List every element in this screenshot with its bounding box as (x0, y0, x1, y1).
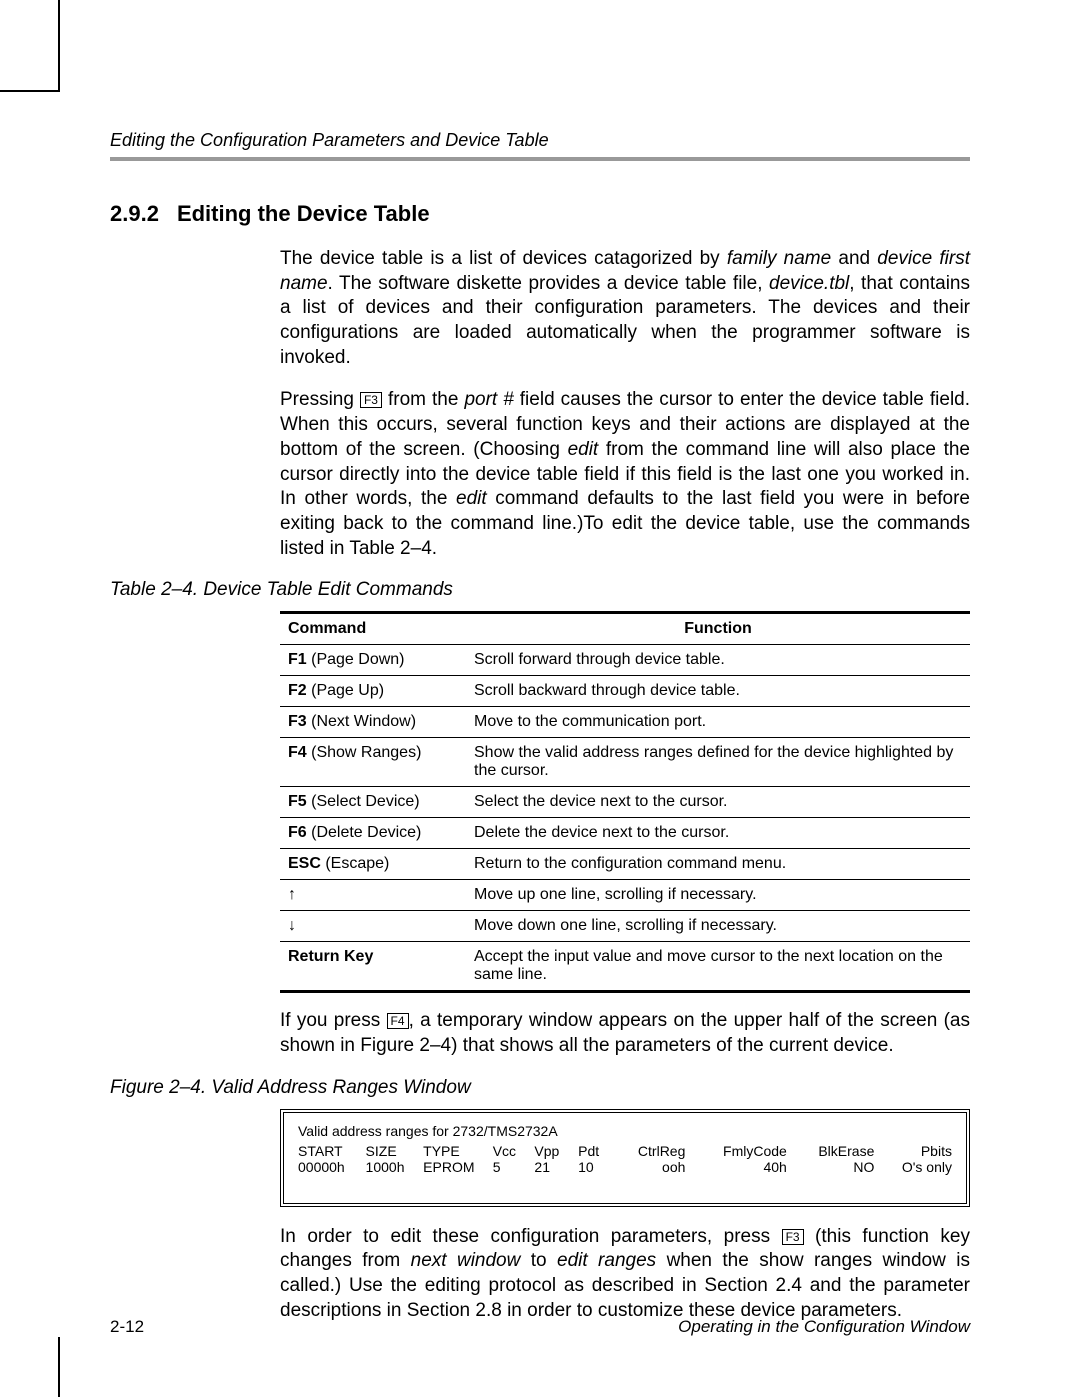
crop-mark (58, 0, 60, 92)
function-cell: Move up one line, scrolling if necessary… (466, 880, 970, 911)
command-cell: ↓ (280, 911, 466, 942)
ranges-header-row: STARTSIZETYPEVccVppPdtCtrlRegFmlyCodeBlk… (298, 1143, 952, 1159)
table-row: Return KeyAccept the input value and mov… (280, 942, 970, 992)
ranges-data-row: 00000h1000hEPROM52110ooh40hNOO's only (298, 1159, 952, 1175)
command-cell: F4 (Show Ranges) (280, 738, 466, 787)
function-cell: Select the device next to the cursor. (466, 787, 970, 818)
ranges-cell: NO (805, 1159, 893, 1175)
function-cell: Show the valid address ranges defined fo… (466, 738, 970, 787)
table-row: F3 (Next Window)Move to the communicatio… (280, 707, 970, 738)
ranges-cell: O's only (892, 1159, 952, 1175)
ranges-cell: CtrlReg (622, 1143, 704, 1159)
ranges-cell: 10 (578, 1159, 622, 1175)
function-cell: Move to the communication port. (466, 707, 970, 738)
page-footer: 2-12 Operating in the Configuration Wind… (110, 1317, 970, 1337)
table-header-row: Command Function (280, 613, 970, 645)
paragraph: In order to edit these configuration par… (280, 1225, 970, 1324)
table-row: F4 (Show Ranges)Show the valid address r… (280, 738, 970, 787)
ranges-cell: FmlyCode (703, 1143, 804, 1159)
function-cell: Return to the configuration command menu… (466, 849, 970, 880)
ranges-cell: 5 (493, 1159, 535, 1175)
paragraph: The device table is a list of devices ca… (280, 247, 970, 370)
table-row: ESC (Escape)Return to the configuration … (280, 849, 970, 880)
command-cell: F1 (Page Down) (280, 645, 466, 676)
footer-title: Operating in the Configuration Window (678, 1317, 970, 1337)
figure-wrapper: Valid address ranges for 2732/TMS2732A S… (280, 1109, 970, 1324)
ranges-cell: TYPE (423, 1143, 493, 1159)
ranges-cell: BlkErase (805, 1143, 893, 1159)
command-cell: F3 (Next Window) (280, 707, 466, 738)
command-cell: ↑ (280, 880, 466, 911)
paragraph: Pressing F3 from the port # field causes… (280, 388, 970, 561)
section-heading: 2.9.2 Editing the Device Table (110, 201, 970, 227)
table-caption: Table 2–4. Device Table Edit Commands (110, 579, 970, 601)
col-command: Command (280, 613, 466, 645)
table-wrapper: Command Function F1 (Page Down)Scroll fo… (280, 611, 970, 1058)
table-row: ↓Move down one line, scrolling if necess… (280, 911, 970, 942)
page: Editing the Configuration Parameters and… (0, 0, 1080, 1397)
section-number: 2.9.2 (110, 201, 159, 226)
ranges-cell: 1000h (366, 1159, 424, 1175)
paragraph: If you press F4, a temporary window appe… (280, 1009, 970, 1058)
table-row: ↑Move up one line, scrolling if necessar… (280, 880, 970, 911)
ranges-cell: 21 (534, 1159, 578, 1175)
ranges-cell: Pbits (892, 1143, 952, 1159)
page-number: 2-12 (110, 1317, 144, 1337)
crop-mark (0, 90, 60, 92)
crop-mark (58, 1337, 60, 1397)
ranges-cell: Pdt (578, 1143, 622, 1159)
ranges-window: Valid address ranges for 2732/TMS2732A S… (280, 1109, 970, 1207)
ranges-title: Valid address ranges for 2732/TMS2732A (298, 1123, 952, 1139)
function-cell: Scroll forward through device table. (466, 645, 970, 676)
table-row: F6 (Delete Device)Delete the device next… (280, 818, 970, 849)
function-cell: Move down one line, scrolling if necessa… (466, 911, 970, 942)
command-cell: F5 (Select Device) (280, 787, 466, 818)
ranges-cell: Vcc (493, 1143, 535, 1159)
ranges-cell: EPROM (423, 1159, 493, 1175)
function-cell: Accept the input value and move cursor t… (466, 942, 970, 992)
command-cell: Return Key (280, 942, 466, 992)
ranges-cell: Vpp (534, 1143, 578, 1159)
body-column: The device table is a list of devices ca… (280, 247, 970, 561)
table-row: F2 (Page Up)Scroll backward through devi… (280, 676, 970, 707)
keycap-f3-icon: F3 (782, 1229, 804, 1245)
ranges-cell: 00000h (298, 1159, 366, 1175)
keycap-f4-icon: F4 (387, 1013, 409, 1029)
function-cell: Scroll backward through device table. (466, 676, 970, 707)
section-title: Editing the Device Table (177, 201, 430, 226)
command-cell: F6 (Delete Device) (280, 818, 466, 849)
running-head: Editing the Configuration Parameters and… (110, 130, 970, 161)
col-function: Function (466, 613, 970, 645)
ranges-cell: SIZE (366, 1143, 424, 1159)
command-cell: ESC (Escape) (280, 849, 466, 880)
ranges-cell: START (298, 1143, 366, 1159)
commands-table: Command Function F1 (Page Down)Scroll fo… (280, 611, 970, 993)
figure-caption: Figure 2–4. Valid Address Ranges Window (110, 1077, 970, 1099)
keycap-f3-icon: F3 (360, 392, 382, 408)
table-row: F5 (Select Device)Select the device next… (280, 787, 970, 818)
table-row: F1 (Page Down)Scroll forward through dev… (280, 645, 970, 676)
ranges-cell: 40h (703, 1159, 804, 1175)
function-cell: Delete the device next to the cursor. (466, 818, 970, 849)
command-cell: F2 (Page Up) (280, 676, 466, 707)
ranges-cell: ooh (622, 1159, 704, 1175)
